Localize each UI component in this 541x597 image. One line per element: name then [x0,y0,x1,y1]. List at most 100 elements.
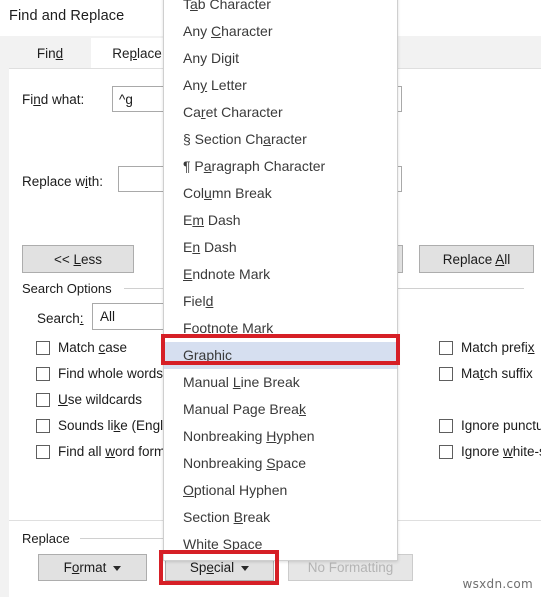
menu-item-label-tail: c [225,347,233,363]
menu-item-accelerator: H [266,428,277,444]
dialog-title: Find and Replace [9,8,125,24]
menu-item-label: Graph [183,347,222,363]
checkbox-box[interactable] [36,340,50,355]
menu-item-label: ¶ P [183,158,204,174]
no-formatting-label: No Formatting [307,560,394,575]
menu-item-label-tail: ndnote Mark [192,266,271,282]
checkbox-match-prefix[interactable]: Match prefix [439,340,535,355]
special-menu-item[interactable]: Any Letter [164,72,397,99]
menu-item-accelerator: E [183,266,193,282]
menu-item-label-tail: ragraph Character [211,158,326,174]
menu-item-accelerator: a [263,131,271,147]
special-menu-item[interactable]: Optional Hyphen [164,477,397,504]
checkbox-label: Sounds like (Englis [58,418,173,433]
checkbox-box[interactable] [439,366,453,381]
checkbox-box[interactable] [439,444,453,459]
menu-item-label-tail: Letter [207,77,247,93]
checkbox-box[interactable] [36,392,50,407]
checkbox-match-suffix[interactable]: Match suffix [439,366,533,381]
special-menu-item[interactable]: Graphic [164,342,397,369]
find-what-label: Find what: [22,92,85,107]
menu-item-accelerator: C [211,23,222,39]
special-menu-item[interactable]: Field [164,288,397,315]
menu-item-label: Any Di [183,50,225,66]
replace-all-label: Replace All [442,251,511,267]
menu-item-label-tail: hite Space [196,536,263,552]
menu-item-label-tail: ootnote Mark [191,320,274,336]
menu-item-label: An [183,77,201,93]
menu-item-label: Nonbreaking [183,428,267,444]
menu-item-label: Fiel [183,293,206,309]
menu-item-accelerator: O [183,482,194,498]
tab-replace-label: Replace [112,45,162,61]
menu-item-label-tail: Dash [204,212,241,228]
menu-item-label-tail: et Character [205,104,283,120]
checkbox-box[interactable] [439,418,453,433]
checkbox-box[interactable] [36,366,50,381]
menu-item-accelerator: k [298,401,306,417]
menu-item-accelerator: S [266,455,276,471]
checkbox-label: Match prefix [461,340,535,355]
special-menu-item[interactable]: Em Dash [164,207,397,234]
special-dropdown-menu: Tab Character Any Character Any Digit Any L… [163,0,398,561]
checkbox-sounds-like[interactable]: Sounds like (Englis [36,418,173,433]
checkbox-box[interactable] [36,418,50,433]
menu-item-label-tail: yphen [276,428,315,444]
special-menu-item[interactable]: Column Break [164,180,397,207]
chevron-down-icon [241,566,250,571]
chevron-down-icon [113,566,122,571]
menu-item-accelerator: n [192,239,201,255]
menu-item-accelerator: d [205,293,214,309]
checkbox-box[interactable] [36,444,50,459]
menu-item-label: Nonbreaking [183,455,267,471]
menu-item-accelerator: F [183,320,192,336]
menu-item-accelerator: W [183,536,197,552]
checkbox-use-wildcards[interactable]: Use wildcards [36,392,142,407]
menu-item-label: E [183,239,193,255]
menu-item-accelerator: g [224,50,233,66]
special-menu-item[interactable]: White Space [164,531,397,558]
special-menu-item[interactable]: En Dash [164,234,397,261]
watermark: wsxdn.com [462,577,533,591]
menu-item-accelerator: a [203,158,212,174]
menu-item-accelerator: a [190,0,198,12]
menu-item-accelerator: u [204,185,212,201]
checkbox-ignore-white-space[interactable]: Ignore white-s [439,444,541,459]
checkbox-box[interactable] [439,340,453,355]
checkbox-label: Ignore punctu [461,418,541,433]
special-menu-item[interactable]: ¶ Paragraph Character [164,153,397,180]
menu-item-label-tail: Dash [200,239,237,255]
replace-group-rule [80,538,164,539]
special-menu-item[interactable]: Section Break [164,504,397,531]
special-menu-item[interactable]: Nonbreaking Hyphen [164,423,397,450]
special-menu-item[interactable]: Footnote Mark [164,315,397,342]
menu-item-label-tail: mn Break [211,185,272,201]
menu-item-label-tail: it [232,50,240,66]
special-menu-item[interactable]: Any Character [164,18,397,45]
replace-all-button[interactable]: Replace All [419,245,534,273]
find-what-value: ^g [119,91,133,107]
checkbox-ignore-punctuation[interactable]: Ignore punctu [439,418,541,433]
special-menu-item[interactable]: Any Digit [164,45,397,72]
special-menu-item[interactable]: Tab Character [164,0,397,18]
menu-item-label: § Section Ch [183,131,264,147]
checkbox-find-whole-words[interactable]: Find whole words [36,366,163,381]
format-button[interactable]: Format [38,554,147,581]
checkbox-match-case[interactable]: Match case [36,340,127,355]
menu-item-label: E [183,212,193,228]
special-menu-item[interactable]: Endnote Mark [164,261,397,288]
checkbox-label: Find whole words [58,366,164,381]
menu-item-label-tail: haracter [221,23,273,39]
checkbox-label: Ignore white-s [461,444,541,459]
special-menu-item[interactable]: Manual Page Break [164,396,397,423]
less-button[interactable]: << Less [22,245,134,273]
special-menu-item[interactable]: § Section Character [164,126,397,153]
search-scope-value: All [100,309,116,324]
special-menu-item[interactable]: Caret Character [164,99,397,126]
checkbox-label: Use wildcards [58,392,143,407]
special-menu-item[interactable]: Manual Line Break [164,369,397,396]
menu-item-label: Any [183,23,212,39]
tab-find[interactable]: Find [9,38,91,68]
special-menu-item[interactable]: Nonbreaking Space [164,450,397,477]
checkbox-find-all-word-forms[interactable]: Find all word form [36,444,165,459]
